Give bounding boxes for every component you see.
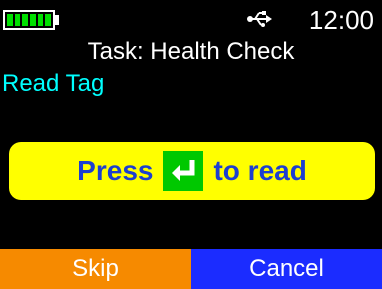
status-bar: 12:00 [0,0,382,34]
prompt-text-before: Press [77,155,154,186]
battery-level [7,14,52,26]
softkey-bar: Skip Cancel [0,249,382,289]
section-label: Read Tag [2,70,105,97]
page-title: Task: Health Check [87,38,295,65]
clock: 12:00 [308,5,374,35]
battery-icon [3,10,55,30]
skip-button[interactable]: Skip [0,249,191,289]
battery-tip [55,15,59,25]
read-prompt-banner: Press to read [9,142,375,200]
cancel-button[interactable]: Cancel [191,249,382,289]
prompt-text-after: to read [213,155,307,186]
enter-key-icon [163,151,204,191]
usb-connection-icon [247,11,272,27]
